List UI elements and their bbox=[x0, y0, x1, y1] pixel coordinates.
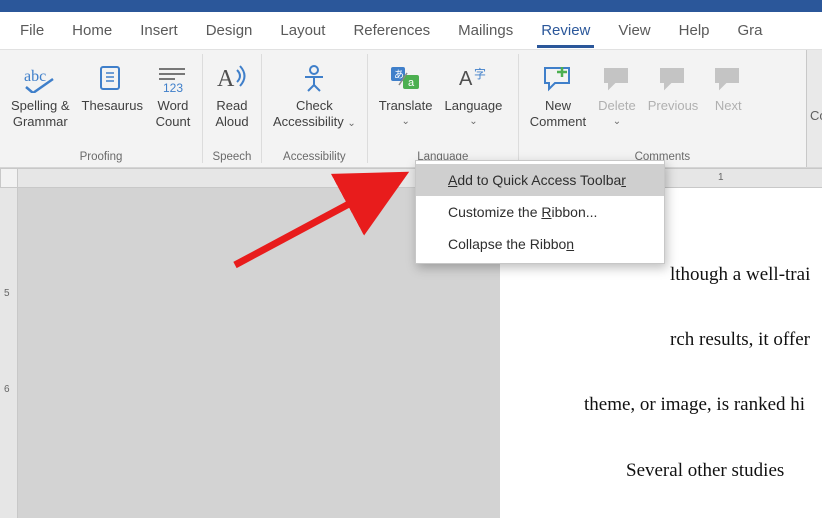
spelling-icon: abc bbox=[21, 60, 59, 96]
tab-review[interactable]: Review bbox=[527, 14, 604, 47]
chevron-down-icon: ⌄ bbox=[347, 116, 355, 129]
document-area: 5 6 lthough a well-trai rch results, it … bbox=[0, 188, 822, 518]
ribbon-context-menu: Add to Quick Access Toolbar Customize th… bbox=[415, 160, 665, 264]
tab-home[interactable]: Home bbox=[58, 14, 126, 47]
group-label: Speech bbox=[206, 148, 258, 167]
doc-line: rch results, it offer bbox=[584, 324, 822, 357]
delete-comment-icon bbox=[602, 60, 632, 96]
tab-insert[interactable]: Insert bbox=[126, 14, 192, 47]
read-aloud-icon: A bbox=[215, 60, 249, 96]
group-label: Proofing bbox=[3, 148, 199, 167]
language-button[interactable]: A字 Language ⌄ bbox=[439, 56, 509, 129]
group-overflow[interactable]: Co bbox=[806, 50, 822, 167]
vertical-ruler[interactable]: 5 6 bbox=[0, 188, 18, 518]
previous-comment-icon bbox=[658, 60, 688, 96]
svg-text:A: A bbox=[217, 66, 235, 92]
btn-label: Count bbox=[156, 114, 191, 130]
check-accessibility-button[interactable]: Check Accessibility ⌄ bbox=[267, 56, 362, 131]
group-proofing: abc Spelling & Grammar Thesaurus 123 Wor… bbox=[0, 50, 202, 167]
tab-help[interactable]: Help bbox=[665, 14, 724, 47]
btn-label: Accessibility bbox=[273, 114, 344, 129]
chevron-down-icon: ⌄ bbox=[469, 114, 477, 129]
next-comment-icon bbox=[713, 60, 743, 96]
btn-label: Language bbox=[445, 98, 503, 114]
ruler-corner bbox=[0, 168, 18, 188]
btn-label: Read bbox=[216, 98, 247, 114]
btn-label: Comment bbox=[530, 114, 586, 130]
menu-collapse-ribbon[interactable]: Collapse the Ribbon bbox=[416, 228, 664, 260]
translate-icon: あa bbox=[389, 60, 423, 96]
btn-label: Aloud bbox=[215, 114, 248, 130]
ribbon: abc Spelling & Grammar Thesaurus 123 Wor… bbox=[0, 50, 822, 168]
btn-label: Thesaurus bbox=[82, 98, 143, 114]
btn-label: Translate bbox=[379, 98, 433, 114]
accessibility-icon bbox=[299, 60, 329, 96]
delete-comment-button: Delete ⌄ bbox=[592, 56, 642, 129]
btn-label: Previous bbox=[648, 98, 699, 114]
translate-button[interactable]: あa Translate ⌄ bbox=[373, 56, 439, 129]
btn-label: Co bbox=[810, 52, 819, 123]
svg-text:a: a bbox=[408, 77, 415, 89]
read-aloud-button[interactable]: A Read Aloud bbox=[208, 56, 256, 131]
svg-text:字: 字 bbox=[474, 66, 486, 81]
svg-text:A: A bbox=[459, 68, 473, 90]
tab-grammarly[interactable]: Gra bbox=[724, 14, 777, 47]
btn-label: Word bbox=[158, 98, 189, 114]
chevron-down-icon: ⌄ bbox=[401, 114, 409, 129]
group-accessibility: Check Accessibility ⌄ Accessibility bbox=[262, 50, 367, 167]
ruler-mark: 6 bbox=[4, 384, 10, 395]
btn-label: Next bbox=[715, 98, 742, 114]
svg-text:123: 123 bbox=[163, 81, 183, 93]
doc-line: Several other studies bbox=[584, 455, 822, 488]
thesaurus-button[interactable]: Thesaurus bbox=[76, 56, 149, 131]
horizontal-ruler-row: 1 bbox=[0, 168, 822, 188]
language-icon: A字 bbox=[457, 60, 489, 96]
btn-label: Spelling & bbox=[11, 98, 70, 114]
ribbon-tabstrip: File Home Insert Design Layout Reference… bbox=[0, 12, 822, 50]
tab-references[interactable]: References bbox=[339, 14, 444, 47]
menu-add-to-qat[interactable]: Add to Quick Access Toolbar bbox=[416, 164, 664, 196]
btn-label: Delete bbox=[598, 98, 636, 114]
tab-view[interactable]: View bbox=[604, 14, 664, 47]
tab-design[interactable]: Design bbox=[192, 14, 267, 47]
titlebar bbox=[0, 0, 822, 12]
tab-mailings[interactable]: Mailings bbox=[444, 14, 527, 47]
spelling-grammar-button[interactable]: abc Spelling & Grammar bbox=[5, 56, 76, 131]
menu-customize-ribbon[interactable]: Customize the Ribbon... bbox=[416, 196, 664, 228]
new-comment-icon bbox=[542, 60, 574, 96]
previous-comment-button: Previous bbox=[642, 56, 705, 131]
group-language: あa Translate ⌄ A字 Language ⌄ Language bbox=[368, 50, 518, 167]
btn-label: Grammar bbox=[13, 114, 68, 130]
word-count-icon: 123 bbox=[155, 60, 191, 96]
thesaurus-icon bbox=[97, 60, 127, 96]
chevron-down-icon: ⌄ bbox=[613, 114, 621, 129]
group-comments: New Comment Delete ⌄ Previous bbox=[519, 50, 806, 167]
group-label: Accessibility bbox=[265, 148, 364, 167]
group-speech: A Read Aloud Speech bbox=[203, 50, 261, 167]
svg-text:abc: abc bbox=[24, 68, 46, 85]
next-comment-button: Next bbox=[704, 56, 752, 131]
ruler-mark: 5 bbox=[4, 288, 10, 299]
doc-line: theme, or image, is ranked hi bbox=[584, 389, 822, 422]
tab-layout[interactable]: Layout bbox=[266, 14, 339, 47]
new-comment-button[interactable]: New Comment bbox=[524, 56, 592, 131]
word-count-button[interactable]: 123 Word Count bbox=[149, 56, 197, 131]
btn-label: Check bbox=[296, 98, 333, 114]
ruler-mark: 1 bbox=[718, 172, 724, 183]
btn-label: New bbox=[545, 98, 571, 114]
tab-file[interactable]: File bbox=[6, 14, 58, 47]
